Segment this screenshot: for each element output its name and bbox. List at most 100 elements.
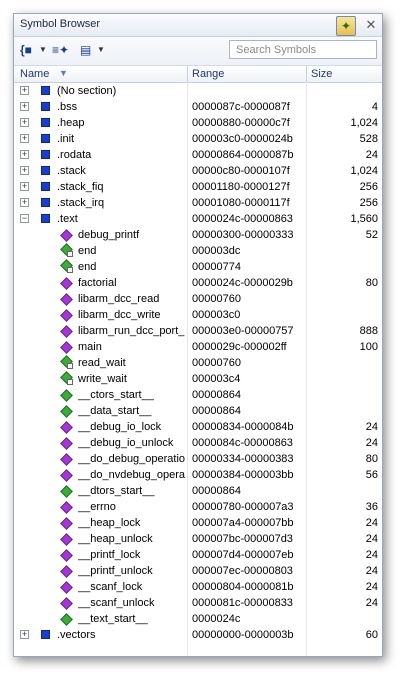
symbol-name: libarm_run_dcc_port_ [78, 325, 185, 337]
pin-icon[interactable]: ✦ [336, 16, 356, 36]
tree-row[interactable]: __printf_unlock 000007ec-00000803 24 [14, 563, 382, 579]
symbol-size: 24 [365, 517, 378, 529]
symbol-name: write_wait [78, 373, 127, 385]
expand-icon[interactable]: + [20, 134, 29, 143]
tree-row[interactable]: main 0000029c-000002ff 100 [14, 339, 382, 355]
symbol-range: 0000024c-00000863 [192, 213, 293, 225]
tree-row[interactable]: end 00000774 [14, 259, 382, 275]
tree-row[interactable]: − .text 0000024c-00000863 1,560 [14, 211, 382, 227]
expand-icon[interactable]: + [20, 182, 29, 191]
tree-row[interactable]: __do_nvdebug_opera 00000384-000003bb 56 [14, 467, 382, 483]
brace-icon[interactable]: {■ [20, 42, 32, 58]
tree-row[interactable]: __scanf_unlock 0000081c-00000833 24 [14, 595, 382, 611]
symbol-name: __text_start__ [78, 613, 148, 625]
function-icon [60, 229, 73, 242]
expand-icon[interactable]: + [20, 102, 29, 111]
tree-row[interactable]: factorial 0000024c-0000029b 80 [14, 275, 382, 291]
column-range-header[interactable]: Range [192, 66, 224, 82]
tree-row[interactable]: + .bss 0000087c-0000087f 4 [14, 99, 382, 115]
tree-row[interactable]: libarm_dcc_read 00000760 [14, 291, 382, 307]
function-icon [60, 565, 73, 578]
section-icon [41, 214, 50, 223]
column-divider[interactable] [187, 66, 188, 82]
section-icon [41, 182, 50, 191]
expand-icon[interactable]: + [20, 198, 29, 207]
tree-row[interactable]: end 000003dc [14, 243, 382, 259]
tree-row[interactable]: + .vectors 00000000-0000003b 60 [14, 627, 382, 643]
symbol-size: 1,024 [350, 165, 378, 177]
symbol-name: libarm_dcc_read [78, 293, 160, 305]
symbol-range: 000003c4 [192, 373, 241, 385]
section-icon [41, 198, 50, 207]
expand-icon[interactable]: + [20, 630, 29, 639]
symbol-size: 24 [365, 421, 378, 433]
symbol-range: 00001180-0000127f [192, 181, 290, 193]
tree-row[interactable]: + .stack 00000c80-0000107f 1,024 [14, 163, 382, 179]
search-input[interactable] [229, 40, 377, 59]
chevron-down-icon[interactable]: ▼ [97, 42, 105, 58]
tree-row[interactable]: __do_debug_operatio 00000334-00000383 80 [14, 451, 382, 467]
symbol-name: __data_start__ [78, 405, 152, 417]
symbol-size: 56 [365, 469, 378, 481]
symbol-name: __do_debug_operatio [78, 453, 186, 465]
tree-row[interactable]: __text_start__ 0000024c [14, 611, 382, 627]
section-icon [41, 102, 50, 111]
symbol-range: 00000834-0000084b [192, 421, 294, 433]
filter-icon[interactable]: ≡✦ [52, 42, 69, 58]
close-icon[interactable]: ✕ [364, 17, 378, 33]
label-icon [60, 405, 73, 418]
sort-arrow-icon: ▼ [59, 68, 68, 78]
column-header: Name ▼ Range Size [14, 66, 382, 83]
symbol-name: libarm_dcc_write [78, 309, 161, 321]
collapse-icon[interactable]: − [20, 214, 29, 223]
symbol-size: 52 [365, 229, 378, 241]
tree-row[interactable]: + (No section) [14, 83, 382, 99]
symbol-size: 528 [359, 133, 378, 145]
function-icon [60, 277, 73, 290]
external-badge-icon [67, 363, 73, 369]
tree-row[interactable]: + .heap 00000880-00000c7f 1,024 [14, 115, 382, 131]
symbol-name: __printf_unlock [78, 565, 153, 577]
symbol-size: 4 [371, 101, 378, 113]
expand-icon[interactable]: + [20, 118, 29, 127]
external-badge-icon [67, 267, 73, 273]
tree-row[interactable]: read_wait 00000760 [14, 355, 382, 371]
tree-row[interactable]: libarm_run_dcc_port_ 000003e0-00000757 888 [14, 323, 382, 339]
symbol-name: .vectors [57, 629, 96, 641]
column-name-header[interactable]: Name [20, 66, 49, 82]
tree-row[interactable]: __ctors_start__ 00000864 [14, 387, 382, 403]
view-icon[interactable]: ▤ [80, 42, 91, 58]
tree-row[interactable]: __dtors_start__ 00000864 [14, 483, 382, 499]
symbol-name: __heap_lock [78, 517, 141, 529]
symbol-range: 00000300-00000333 [192, 229, 294, 241]
symbol-range: 00000864 [192, 389, 241, 401]
section-icon [41, 150, 50, 159]
function-icon [60, 517, 73, 530]
expand-icon[interactable]: + [20, 86, 29, 95]
tree-row[interactable]: __debug_io_lock 00000834-0000084b 24 [14, 419, 382, 435]
tree-row[interactable]: + .stack_irq 00001080-0000117f 256 [14, 195, 382, 211]
tree-row[interactable]: debug_printf 00000300-00000333 52 [14, 227, 382, 243]
tree-row[interactable]: write_wait 000003c4 [14, 371, 382, 387]
tree-row[interactable]: __data_start__ 00000864 [14, 403, 382, 419]
tree-row[interactable]: __errno 00000780-000007a3 36 [14, 499, 382, 515]
column-divider[interactable] [306, 66, 307, 82]
tree-row[interactable]: + .rodata 00000864-0000087b 24 [14, 147, 382, 163]
expand-icon[interactable]: + [20, 150, 29, 159]
symbol-size: 24 [365, 533, 378, 545]
title-bar: Symbol Browser ✦ ✕ [14, 14, 382, 37]
chevron-down-icon[interactable]: ▼ [39, 42, 47, 58]
section-icon [41, 134, 50, 143]
expand-icon[interactable]: + [20, 166, 29, 175]
tree-row[interactable]: __heap_lock 000007a4-000007bb 24 [14, 515, 382, 531]
tree-row[interactable]: __debug_io_unlock 0000084c-00000863 24 [14, 435, 382, 451]
tree-row[interactable]: + .init 000003c0-0000024b 528 [14, 131, 382, 147]
tree-row[interactable]: __scanf_lock 00000804-0000081b 24 [14, 579, 382, 595]
tree-row[interactable]: __heap_unlock 000007bc-000007d3 24 [14, 531, 382, 547]
column-size-header[interactable]: Size [311, 66, 332, 82]
tree-row[interactable]: + .stack_fiq 00001180-0000127f 256 [14, 179, 382, 195]
symbol-name: __errno [78, 501, 116, 513]
tree-row[interactable]: __printf_lock 000007d4-000007eb 24 [14, 547, 382, 563]
symbol-range: 000003c0 [192, 309, 241, 321]
tree-row[interactable]: libarm_dcc_write 000003c0 [14, 307, 382, 323]
